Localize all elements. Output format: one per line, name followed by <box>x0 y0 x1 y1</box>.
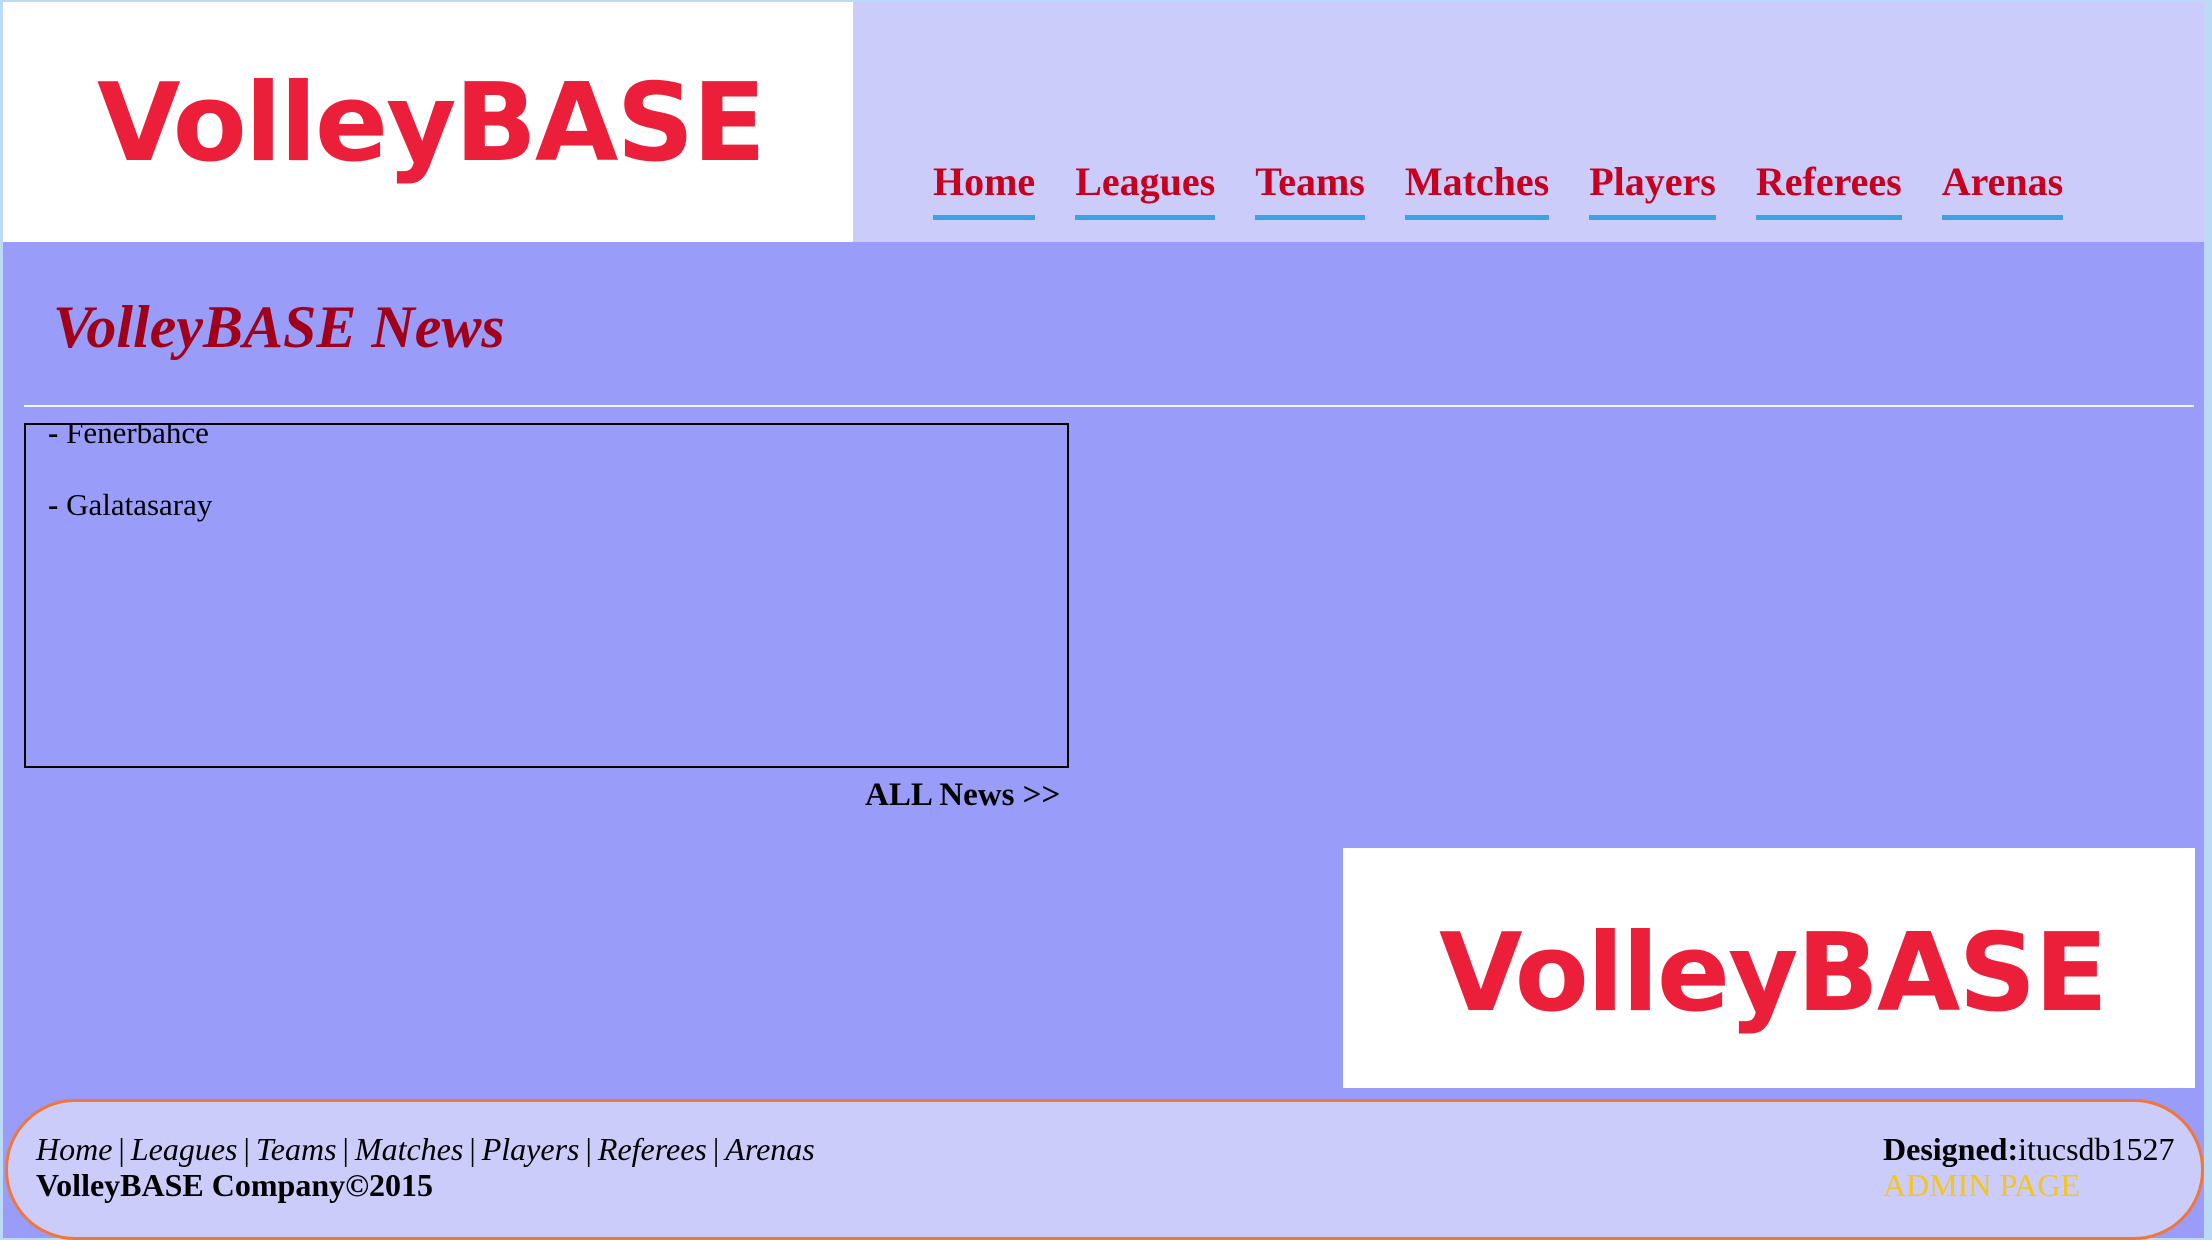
news-item[interactable]: - Fenerbahce <box>48 423 209 451</box>
footer-logo: VolleyBASE <box>1343 848 2195 1088</box>
footer-link-referees[interactable]: Referees <box>598 1131 707 1167</box>
logo-text: VolleyBASE <box>97 61 766 186</box>
footer-link-teams[interactable]: Teams <box>256 1131 337 1167</box>
copyright-text: VolleyBASE Company©2015 <box>36 1167 434 1203</box>
news-item-text: Fenerbahce <box>66 423 209 450</box>
nav-players[interactable]: Players <box>1589 160 1716 220</box>
nav-referees[interactable]: Referees <box>1755 160 1902 220</box>
footer-nav: Home | Leagues | Teams | Matches | Players | Refer… <box>36 1130 815 1168</box>
divider <box>24 405 2194 407</box>
footer-separator: | <box>469 1131 476 1167</box>
nav-arenas[interactable]: Arenas <box>1941 160 2064 220</box>
nav-leagues[interactable]: Leagues <box>1075 160 1216 220</box>
page-title: VolleyBASE News <box>53 294 505 360</box>
nav-home[interactable]: Home <box>933 160 1036 220</box>
footer-separator: | <box>118 1131 125 1167</box>
footer-separator: | <box>243 1131 250 1167</box>
designed-label: Designed: <box>1883 1131 2019 1167</box>
all-news-link[interactable]: ALL News >> <box>865 775 1060 815</box>
footer-link-arenas[interactable]: Arenas <box>725 1131 814 1167</box>
footer-separator: | <box>342 1131 349 1167</box>
logo-text: VolleyBASE <box>1439 911 2108 1036</box>
page: VolleyBASE Home Leagues Teams Matches Pl… <box>3 2 2204 1240</box>
news-item-dash: - <box>48 423 59 450</box>
nav-teams[interactable]: Teams <box>1255 160 1365 220</box>
footer-separator: | <box>585 1131 592 1167</box>
header: VolleyBASE Home Leagues Teams Matches Pl… <box>3 2 2204 242</box>
footer-link-leagues[interactable]: Leagues <box>131 1131 238 1167</box>
main-nav: Home Leagues Teams Matches Players Refer… <box>933 160 2064 220</box>
footer: Home | Leagues | Teams | Matches | Players | Refer… <box>5 1099 2204 1240</box>
news-item-text: Galatasaray <box>66 487 213 522</box>
designed-by: Designed:itucsdb1527 <box>1883 1130 2175 1168</box>
news-scroll-box[interactable]: - Fenerbahce - Galatasaray <box>24 423 1069 768</box>
footer-link-players[interactable]: Players <box>482 1131 580 1167</box>
news-item[interactable]: - Galatasaray <box>48 487 212 523</box>
designed-value: itucsdb1527 <box>2018 1131 2175 1167</box>
nav-matches[interactable]: Matches <box>1404 160 1550 220</box>
footer-link-home[interactable]: Home <box>36 1131 112 1167</box>
site-logo[interactable]: VolleyBASE <box>3 2 853 242</box>
footer-link-matches[interactable]: Matches <box>355 1131 463 1167</box>
news-item-dash: - <box>48 487 59 522</box>
admin-page-link[interactable]: ADMIN PAGE <box>1883 1166 2080 1204</box>
footer-separator: | <box>712 1131 720 1167</box>
